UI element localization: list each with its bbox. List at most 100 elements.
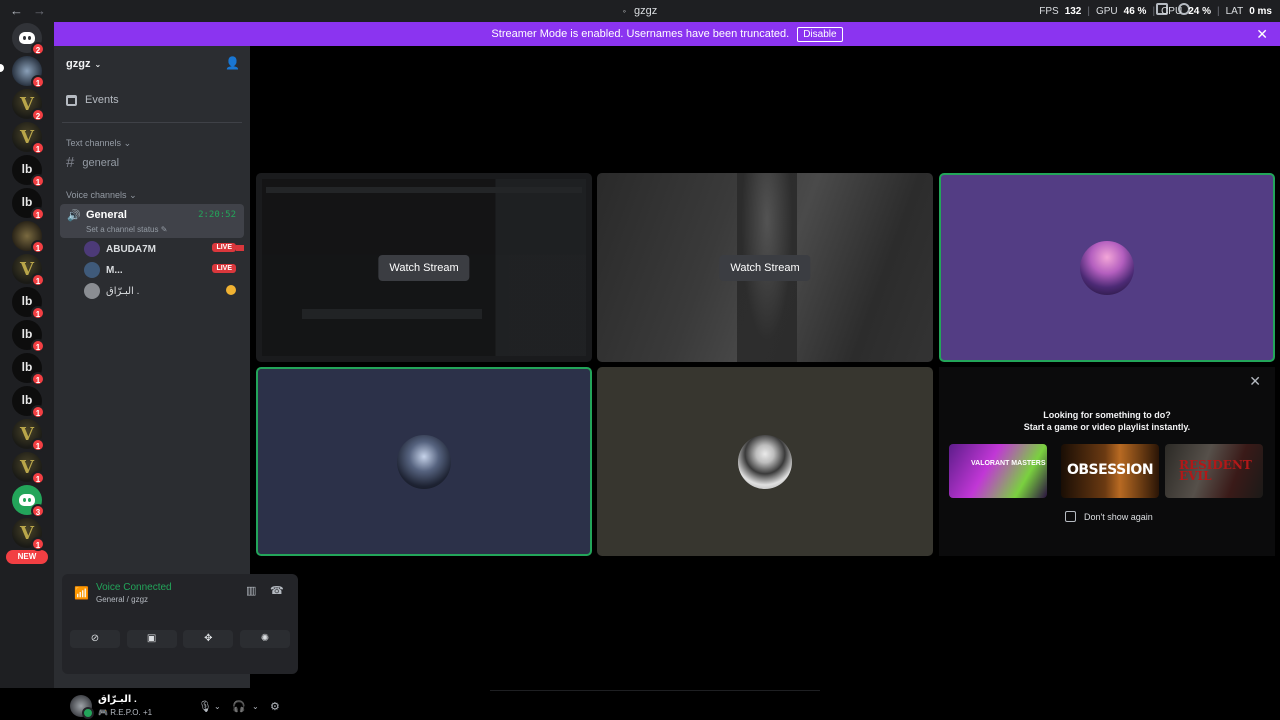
activity-text: R.E.P.O. +1 [110, 708, 153, 717]
voice-member[interactable]: ABUDA7M LIVE [84, 240, 244, 258]
window-title-text: gzgz [633, 5, 658, 17]
lb-server-icon[interactable]: 1 [12, 188, 45, 221]
dont-show-again[interactable]: Don't show again [1065, 511, 1153, 522]
v-server-icon[interactable]: 1 [12, 452, 45, 485]
emoji-status-icon [226, 285, 236, 295]
stream-tile-1[interactable]: Watch Stream [256, 173, 592, 362]
soundboard-button[interactable]: ✺ [239, 630, 290, 648]
watch-stream-button[interactable]: Watch Stream [719, 254, 811, 281]
guild-name: gzgz [66, 58, 91, 70]
camera-off-icon: ⊘ [90, 633, 100, 644]
discord-green-server-icon[interactable]: 3 [12, 485, 45, 518]
gear-server-icon[interactable]: 1 [12, 56, 45, 89]
chevron-down-icon[interactable]: ⌄ [214, 702, 221, 711]
discord-logo-icon [19, 32, 35, 44]
chevron-down-icon: ⌄ [123, 138, 132, 148]
mention-badge: 1 [31, 339, 45, 353]
v-server-icon[interactable]: 2 [12, 89, 45, 122]
participant-avatar [397, 434, 451, 489]
camo-server-icon[interactable]: 1 [12, 221, 45, 254]
chevron-down-icon: ⌄ [129, 190, 137, 200]
voice-member[interactable]: البـرّاق . [84, 282, 244, 300]
category-label: Text channels [66, 138, 122, 148]
camera-off-button[interactable]: ⊘ [70, 630, 120, 648]
category-voice-channels[interactable]: Voice channels ⌄ [66, 190, 137, 201]
member-name: البـرّاق . [106, 285, 140, 297]
lb-server-icon[interactable]: 1 [12, 386, 45, 419]
screen-share-indicator-icon [236, 245, 244, 251]
title-bar: ← → ◦ gzgz FPS 132 | GPU 46 % | CPU 24 % … [0, 0, 1280, 22]
lb-server-icon[interactable]: 1 [12, 353, 45, 386]
activities-button[interactable]: ✥ [183, 630, 234, 648]
lb-server-icon[interactable]: 1 [12, 155, 45, 188]
lb-server-icon[interactable]: 1 [12, 320, 45, 353]
close-icon[interactable]: ✕ [1249, 373, 1261, 390]
channel-status-placeholder: Set a channel status [86, 225, 159, 234]
invite-people-icon[interactable]: 👤 [225, 56, 240, 70]
mention-badge: 1 [31, 240, 45, 254]
disable-streamer-mode-button[interactable]: Disable [797, 26, 843, 42]
gpu-value: 46 % [1123, 6, 1147, 17]
game-title: OBSESSION [1066, 462, 1154, 478]
disconnect-icon[interactable]: ☎ [270, 584, 284, 597]
stream-tile-2[interactable]: Watch Stream [597, 173, 933, 362]
game-title: RESIDENT EVIL [1179, 458, 1252, 483]
mention-badge: 1 [31, 438, 45, 452]
voice-connected-subtitle[interactable]: General / gzgz [96, 595, 148, 604]
activity-card-resident-evil[interactable]: RESIDENT EVIL [1165, 444, 1263, 498]
participant-tile-purple[interactable] [939, 173, 1275, 362]
category-label: Voice channels [66, 190, 127, 200]
mic-icon[interactable]: 🎙 [198, 700, 212, 713]
participant-tile-self[interactable] [597, 367, 933, 556]
mention-badge: 1 [31, 273, 45, 287]
channel-label: general [82, 156, 120, 169]
activity-heading: Looking for something to do? [1043, 410, 1171, 420]
checkbox[interactable] [1065, 511, 1076, 522]
voice-connected-panel: 📶 Voice Connected General / gzgz ▥ ☎ ⊘ ▣… [62, 574, 298, 674]
voice-timer: 2:20:52 [198, 210, 236, 220]
user-avatar[interactable] [70, 695, 94, 719]
hash-icon: # [66, 154, 75, 171]
chevron-down-icon[interactable]: ⌄ [252, 702, 259, 711]
events-item[interactable]: Events [66, 94, 119, 106]
channel-status-input[interactable]: Set a channel status ✎ [86, 225, 167, 234]
screen-share-button[interactable]: ▣ [126, 630, 177, 648]
streamer-mode-text: Streamer Mode is enabled. Usernames have… [491, 28, 790, 40]
discord-home-icon[interactable]: 2 [12, 23, 45, 56]
activity-card-obsession[interactable]: OBSESSION [1061, 444, 1159, 498]
guild-header[interactable]: gzgz ⌄ 👤 [54, 46, 250, 82]
headphones-icon[interactable]: 🎧 [232, 700, 246, 713]
lb-server-icon[interactable]: 1 [12, 287, 45, 320]
noise-suppression-icon[interactable]: ▥ [246, 584, 256, 597]
category-text-channels[interactable]: Text channels ⌄ [66, 138, 131, 149]
voice-action-buttons: ⊘ ▣ ✥ ✺ [70, 630, 290, 648]
close-banner-icon[interactable]: ✕ [1256, 26, 1268, 43]
connection-signal-icon[interactable]: 📶 [74, 586, 89, 600]
v-server-icon[interactable]: 1 [12, 122, 45, 155]
v-server-icon[interactable]: 1 [12, 518, 45, 551]
member-name: ABUDA7M [106, 243, 156, 255]
watch-stream-button[interactable]: Watch Stream [378, 254, 470, 281]
member-name: M... [106, 264, 123, 276]
voice-channel-general[interactable]: 🔊 General 2:20:52 Set a channel status ✎ [60, 204, 244, 238]
live-badge: LIVE [212, 264, 236, 273]
voice-connected-title[interactable]: Voice Connected [96, 582, 172, 593]
unread-pill [0, 64, 4, 72]
mention-badge: 1 [31, 372, 45, 386]
mention-badge: 1 [31, 207, 45, 221]
settings-gear-icon[interactable]: ⚙ [270, 700, 280, 713]
server-glyph-icon: ◦ [622, 6, 626, 16]
chevron-down-icon: ⌄ [94, 59, 102, 69]
channel-general[interactable]: # general [66, 154, 119, 171]
mention-badge: 2 [31, 108, 45, 122]
v-server-icon[interactable]: 1 [12, 419, 45, 452]
voice-member[interactable]: M... LIVE [84, 261, 244, 279]
performance-overlay: FPS 132 | GPU 46 % | CPU 24 % | LAT 0 ms [1039, 6, 1272, 17]
participant-tile-speaking[interactable] [256, 367, 592, 556]
channel-sidebar: gzgz ⌄ 👤 Events Text channels ⌄ # genera… [54, 46, 298, 719]
user-name[interactable]: البـرّاق . [98, 694, 137, 705]
latency-value: 0 ms [1249, 6, 1272, 17]
gpu-label: GPU [1095, 6, 1118, 17]
v-server-icon[interactable]: 1 [12, 254, 45, 287]
activity-card-valorant[interactable]: VALORANT MASTERS [949, 444, 1047, 498]
